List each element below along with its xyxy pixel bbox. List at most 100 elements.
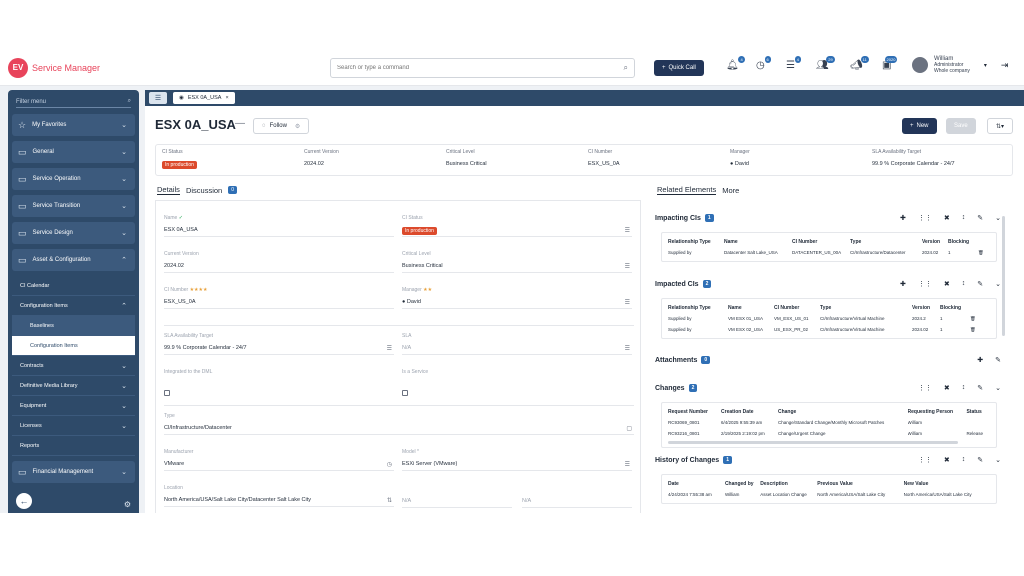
clock-icon[interactable]: ◷ 6 [756,56,771,71]
sidebar-item-configuration-items[interactable]: Configuration Items ⌃ [12,296,135,316]
table-row[interactable]: RC93216_0801 2/19/2025 2:19:02 pm Change… [668,428,990,439]
sidebar-item-dml[interactable]: Definitive Media Library ⌄ [12,376,135,396]
sidebar-item-service-operation[interactable]: ▭ Service Operation ⌄ [12,168,135,190]
sort-icon[interactable]: ↕ [962,214,966,222]
record-menu-icon[interactable]: — [235,118,245,129]
sidebar-item-reports[interactable]: Reports [12,436,135,456]
chevron-down-icon[interactable]: ▾ [984,62,987,69]
sort-icon[interactable]: ⇅ [387,497,392,504]
users-icon[interactable]: 👥︎ 29 [816,56,835,71]
column-header[interactable]: Relationship Type [668,305,728,311]
trash-icon[interactable]: 🗑︎ [970,316,976,322]
table-row[interactable]: Supplied by VM ESX 01_USA VM_ESX_US_01 C… [668,313,990,324]
search-icon[interactable]: ⌕ [624,63,628,73]
sidebar-filter[interactable]: Filter menu ⌕ [16,96,131,108]
clock-icon[interactable]: ◷ [387,461,392,468]
list-view-button[interactable]: ☰ [149,92,167,104]
sidebar-item-baselines[interactable]: Baselines [12,316,135,336]
edit-icon[interactable]: ✎ [995,356,1001,364]
column-header[interactable]: Previous Value [817,481,903,487]
critical-level-field[interactable]: Critical Level Business Critical ☰ [402,251,632,273]
manufacturer-field[interactable]: Manufacturer VMware ◷ [164,449,394,471]
table-row[interactable]: Supplied by VM ESX 02_USA US_ESX_PR_02 C… [668,324,990,335]
column-header[interactable]: Change [778,409,908,415]
grid-icon[interactable]: ⋮⋮ [918,280,932,288]
ci-number-field[interactable]: CI Number ★★★★ ESX_US_0A [164,287,394,309]
trash-icon[interactable]: 🗑︎ [978,250,984,256]
ticket-icon[interactable]: ▣ 2020 [882,56,898,71]
tab-related-elements[interactable]: Related Elements [657,185,717,195]
is-service-checkbox[interactable] [402,390,408,396]
close-icon[interactable]: × [225,95,228,101]
sidebar-item-service-transition[interactable]: ▭ Service Transition ⌄ [12,195,135,217]
quick-call-button[interactable]: + Quick Call [654,60,704,76]
sidebar-item-licenses[interactable]: Licenses ⌄ [12,416,135,436]
column-header[interactable]: Blocking [948,239,978,245]
horizontal-scrollbar[interactable] [668,441,958,444]
list-icon[interactable]: ☰ [625,263,630,270]
column-header[interactable]: Version [912,305,940,311]
list-icon[interactable]: ☰ [387,345,392,352]
tab-details[interactable]: Details [157,185,180,195]
logout-icon[interactable]: ⇥ [1001,60,1009,71]
table-row[interactable]: RC93069_0801 6/4/2025 9:55:39 am Change/… [668,417,990,428]
column-header[interactable]: Status [966,409,990,415]
edit-icon[interactable]: ✎ [977,384,983,392]
ci-status-field[interactable]: CI Status In production ☰ [402,215,632,237]
chevron-down-icon[interactable]: ⌄ [995,456,1001,464]
grid-icon[interactable]: ⋮⋮ [918,384,932,392]
search-icon[interactable]: ⌕ [128,98,131,105]
add-icon[interactable]: ✚ [977,356,983,364]
column-header[interactable]: New Value [904,481,990,487]
column-header[interactable]: Name [728,305,774,311]
table-row[interactable]: Supplied by Datacenter Salt Lake_USA DAT… [668,247,990,258]
sidebar-item-configuration-items-active[interactable]: Configuration Items [12,336,135,356]
column-header[interactable]: Date [668,481,725,487]
name-field[interactable]: Name ✓ ESX 0A_USA [164,215,394,237]
column-header[interactable]: Type [850,239,922,245]
list-icon[interactable]: ☰ [625,299,630,306]
table-row[interactable]: 4/24/2024 7:55:38 am William Asset Locat… [668,489,990,500]
chevron-down-icon[interactable]: ⌄ [995,214,1001,222]
model-field[interactable]: Model * ESXi Server (VMware) ☰ [402,449,632,471]
grid-icon[interactable]: ⋮⋮ [918,456,932,464]
current-version-field[interactable]: Current Version 2024.02 [164,251,394,273]
collapse-sidebar-button[interactable]: ← [16,493,32,509]
sidebar-item-asset-configuration[interactable]: ▭ Asset & Configuration ⌃ [12,249,135,271]
sla-target-field[interactable]: SLA Availability Target 99.9 % Corporate … [164,333,394,355]
dml-checkbox[interactable] [164,390,170,396]
sidebar-item-financial[interactable]: ▭ Financial Management ⌄ [12,461,135,483]
chevron-down-icon[interactable]: ⌄ [995,280,1001,288]
edit-icon[interactable]: ✎ [977,214,983,222]
sidebar-item-contracts[interactable]: Contracts ⌄ [12,356,135,376]
column-header[interactable]: Relationship Type [668,239,724,245]
grid-icon[interactable]: ⋮⋮ [918,214,932,222]
actions-menu-button[interactable]: ⇅▾ [987,118,1013,134]
app-logo[interactable]: EV Service Manager [8,57,308,78]
tab-more[interactable]: More [722,186,739,195]
user-menu[interactable]: William Administrator Whole company ▾ ⇥ [912,56,1008,74]
expand-icon[interactable]: ✖ [944,280,950,288]
trash-icon[interactable]: 🗑︎ [970,327,976,333]
settings-icon[interactable]: ⚙︎ [295,123,300,130]
list-icon[interactable]: ☰ 4 [786,56,801,71]
sort-icon[interactable]: ↕ [962,384,966,392]
list-icon[interactable]: ☰ [625,461,630,468]
add-icon[interactable]: ✚ [900,280,906,288]
sort-icon[interactable]: ↕ [962,280,966,288]
column-header[interactable]: Blocking [940,305,970,311]
search-input[interactable] [337,65,624,71]
follow-button[interactable]: ◌ Follow ⚙︎ [253,118,310,134]
edit-icon[interactable]: ✎ [977,456,983,464]
list-icon[interactable]: ☰ [625,345,630,352]
expand-icon[interactable]: ✖ [944,214,950,222]
column-header[interactable]: CI Number [774,305,820,311]
sidebar-item-equipment[interactable]: Equipment ⌄ [12,396,135,416]
bell-icon[interactable]: 🔔︎ 4 [726,56,745,71]
column-header[interactable]: Name [724,239,792,245]
column-header[interactable]: Type [820,305,912,311]
new-button[interactable]: + New [902,118,937,134]
column-header[interactable]: Requesting Person [908,409,967,415]
location-field[interactable]: Location North America/USA/Salt Lake City… [164,485,394,507]
column-header[interactable]: Request Number [668,409,721,415]
